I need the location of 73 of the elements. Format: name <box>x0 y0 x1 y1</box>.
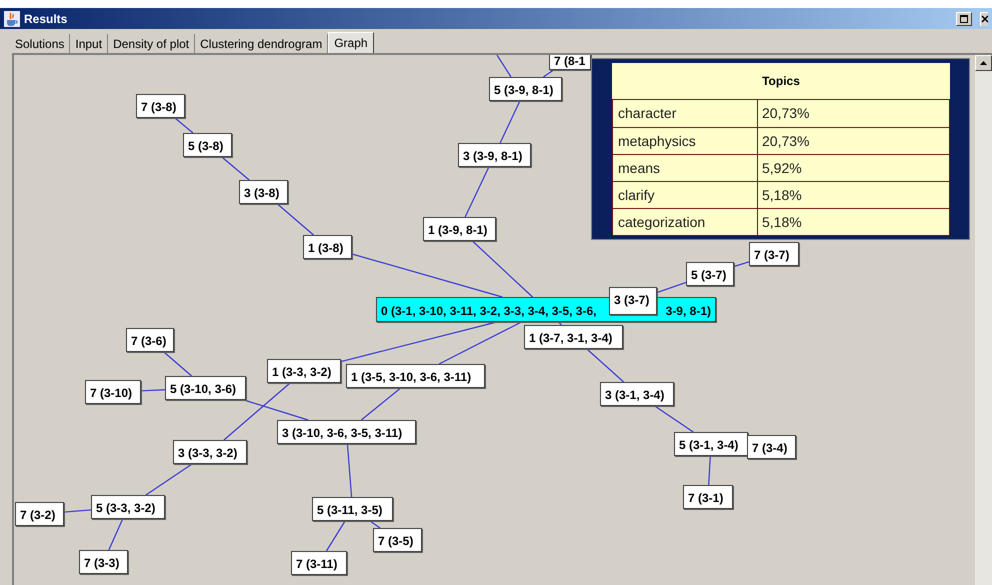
graph-node[interactable]: 1 (3-5, 3-10, 3-6, 3-11) <box>346 364 485 388</box>
connector-line <box>586 348 624 382</box>
connector-line <box>734 261 750 268</box>
graph-node[interactable]: 5 (3-1, 3-4) <box>674 432 748 456</box>
connector-line <box>496 55 512 78</box>
table-cell-text: 20,73% <box>761 132 810 150</box>
connector-line <box>542 70 554 78</box>
graph-node[interactable]: 7 (3-11) <box>291 551 347 575</box>
close-icon <box>981 15 988 23</box>
graph-node[interactable]: 7 (3-6) <box>126 328 174 352</box>
graph-node[interactable]: 7 (3-2) <box>15 502 64 526</box>
graph-node[interactable]: 3 (3-10, 3-6, 3-5, 3-11) <box>277 420 416 444</box>
coffee-cup-icon <box>4 10 20 26</box>
table-cell: clarify <box>613 182 758 208</box>
connector-line <box>656 282 686 294</box>
connector-line <box>326 520 346 552</box>
maximize-button[interactable] <box>956 12 972 26</box>
connector-line <box>500 100 520 144</box>
table-cell-text: 5,18% <box>761 212 803 232</box>
connector-line <box>108 518 124 550</box>
table-cell: categorization <box>613 209 758 235</box>
connector-line <box>277 204 314 236</box>
connector-line <box>221 156 250 180</box>
table-cell-text: 5,92% <box>761 158 803 178</box>
node-label: 3-9, 8-1) <box>666 303 711 320</box>
graph-node[interactable]: 7 (3-10) <box>85 380 141 404</box>
window-title: Results <box>24 10 68 28</box>
graph-node[interactable]: 7 (3-4) <box>747 435 796 459</box>
connector-line <box>654 406 694 432</box>
connector-line <box>174 118 194 134</box>
graph-node[interactable]: 7 (3-1) <box>683 485 733 509</box>
tab[interactable]: Graph <box>328 32 374 53</box>
graph-node[interactable]: 3 (3-1, 3-4) <box>600 382 674 406</box>
graph-node[interactable]: 5 (3-3, 3-2) <box>91 495 165 519</box>
connector-line <box>163 352 192 376</box>
node-label: 0 (3-1, 3-10, 3-11, 3-2, 3-3, 3-4, 3-5, 3-6, <box>381 303 596 320</box>
graph-node[interactable]: 3 (3-9, 8-1) <box>458 143 531 167</box>
scrollbar[interactable] <box>975 55 992 585</box>
table-header: Topics <box>761 73 801 90</box>
table-cell: character <box>613 100 758 127</box>
connector-line <box>370 520 380 528</box>
graph-node[interactable]: 5 (3-10, 3-6) <box>165 376 246 400</box>
graph-node[interactable]: 5 (3-7) <box>686 262 734 286</box>
graph-node[interactable]: 5 (3-11, 3-5) <box>312 497 393 521</box>
connector-line <box>464 166 490 218</box>
graph-node[interactable]: 1 (3-8) <box>303 235 352 259</box>
graph-node[interactable]: 7 (3-8) <box>136 94 185 118</box>
graph-node[interactable]: 3 (3-3, 3-2) <box>173 440 247 464</box>
connector-line <box>140 389 166 392</box>
table-cell: means <box>613 155 758 181</box>
table-cell-text: 5,18% <box>761 186 803 204</box>
graph-node[interactable]: 7 (3-5) <box>373 528 422 552</box>
connector-line <box>708 456 711 486</box>
connector-line <box>146 464 192 496</box>
graph-node[interactable]: 5 (3-8) <box>183 133 232 157</box>
graph-node[interactable]: 3 (3-7) <box>609 287 657 315</box>
close-button[interactable] <box>980 12 988 26</box>
graph-node[interactable]: 1 (3-3, 3-2) <box>267 359 341 383</box>
graph-node[interactable]: 7 (8-1 <box>549 55 591 70</box>
table-cell: metaphysics <box>613 128 758 154</box>
maximize-icon <box>960 14 968 22</box>
up-arrow-icon <box>980 61 987 65</box>
graph-node[interactable]: 1 (3-9, 8-1) <box>423 217 496 241</box>
scroll-up-button[interactable] <box>975 55 992 71</box>
graph-node[interactable]: 3 (3-8) <box>239 180 288 204</box>
connector-line <box>360 388 402 420</box>
graph-node[interactable]: 5 (3-9, 8-1) <box>489 77 562 101</box>
connector-line <box>346 444 352 498</box>
table-cell-text: 20,73% <box>761 104 810 123</box>
graph-node[interactable]: 7 (3-7) <box>749 242 799 266</box>
graph-node[interactable]: 1 (3-7, 3-1, 3-4) <box>524 325 623 349</box>
graph-node[interactable]: 7 (3-3) <box>79 550 128 574</box>
connector-line <box>64 509 92 513</box>
